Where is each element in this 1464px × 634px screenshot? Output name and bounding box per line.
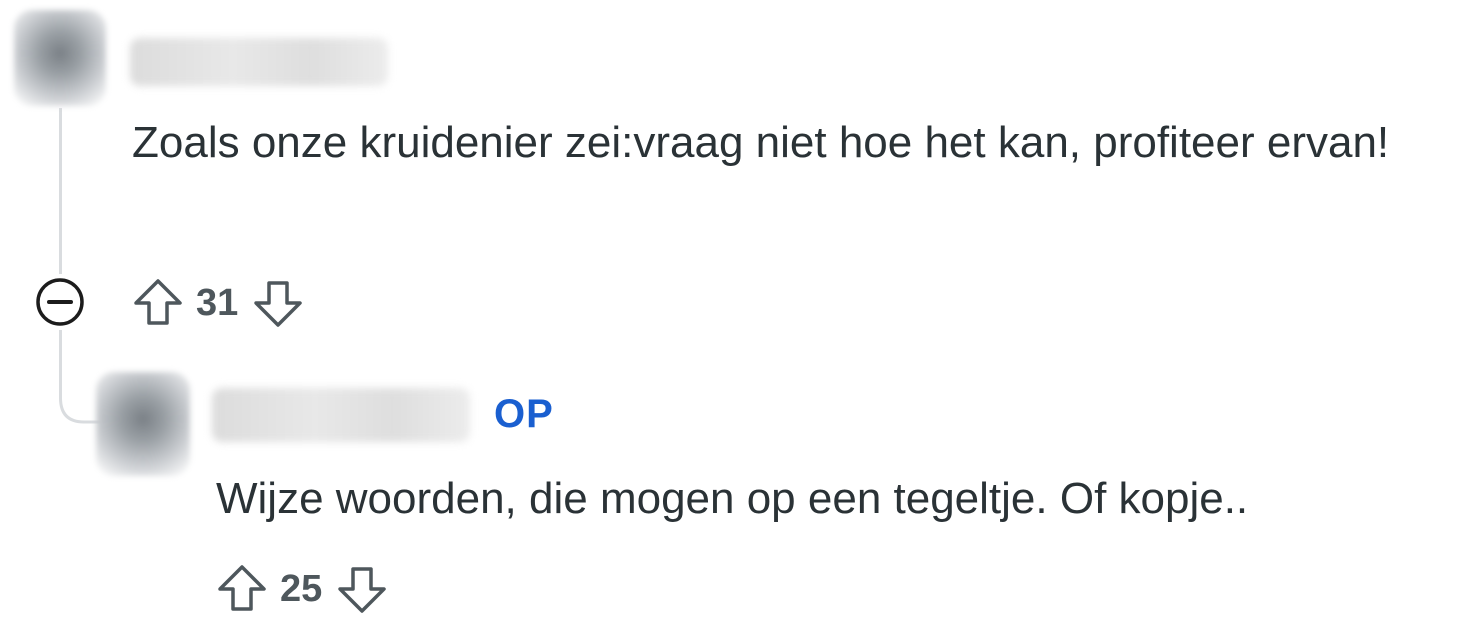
vote-score: 31	[196, 281, 239, 324]
vote-bar: 25	[216, 564, 388, 614]
arrow-down-outline-icon	[254, 281, 303, 327]
vote-bar: 31	[132, 278, 304, 328]
username-redacted[interactable]	[212, 388, 470, 442]
minus-circle-icon	[36, 278, 84, 326]
username-redacted[interactable]	[130, 38, 388, 86]
arrow-up-outline-icon	[218, 565, 266, 611]
comment-body: Zoals onze kruidenier zei:vraag niet hoe…	[132, 118, 1390, 167]
arrow-up-outline-icon	[134, 279, 182, 325]
collapse-thread-button[interactable]	[34, 276, 86, 328]
avatar[interactable]	[14, 10, 106, 106]
op-badge: OP	[494, 392, 554, 436]
avatar[interactable]	[96, 372, 190, 476]
upvote-button[interactable]	[132, 277, 184, 329]
arrow-down-outline-icon	[338, 567, 387, 613]
comment-body: Wijze woorden, die mogen op een tegeltje…	[216, 474, 1249, 523]
downvote-button[interactable]	[252, 277, 304, 329]
thread-line-parent-upper	[59, 108, 62, 274]
vote-score: 25	[280, 567, 323, 610]
downvote-button[interactable]	[336, 563, 388, 615]
upvote-button[interactable]	[216, 563, 268, 615]
